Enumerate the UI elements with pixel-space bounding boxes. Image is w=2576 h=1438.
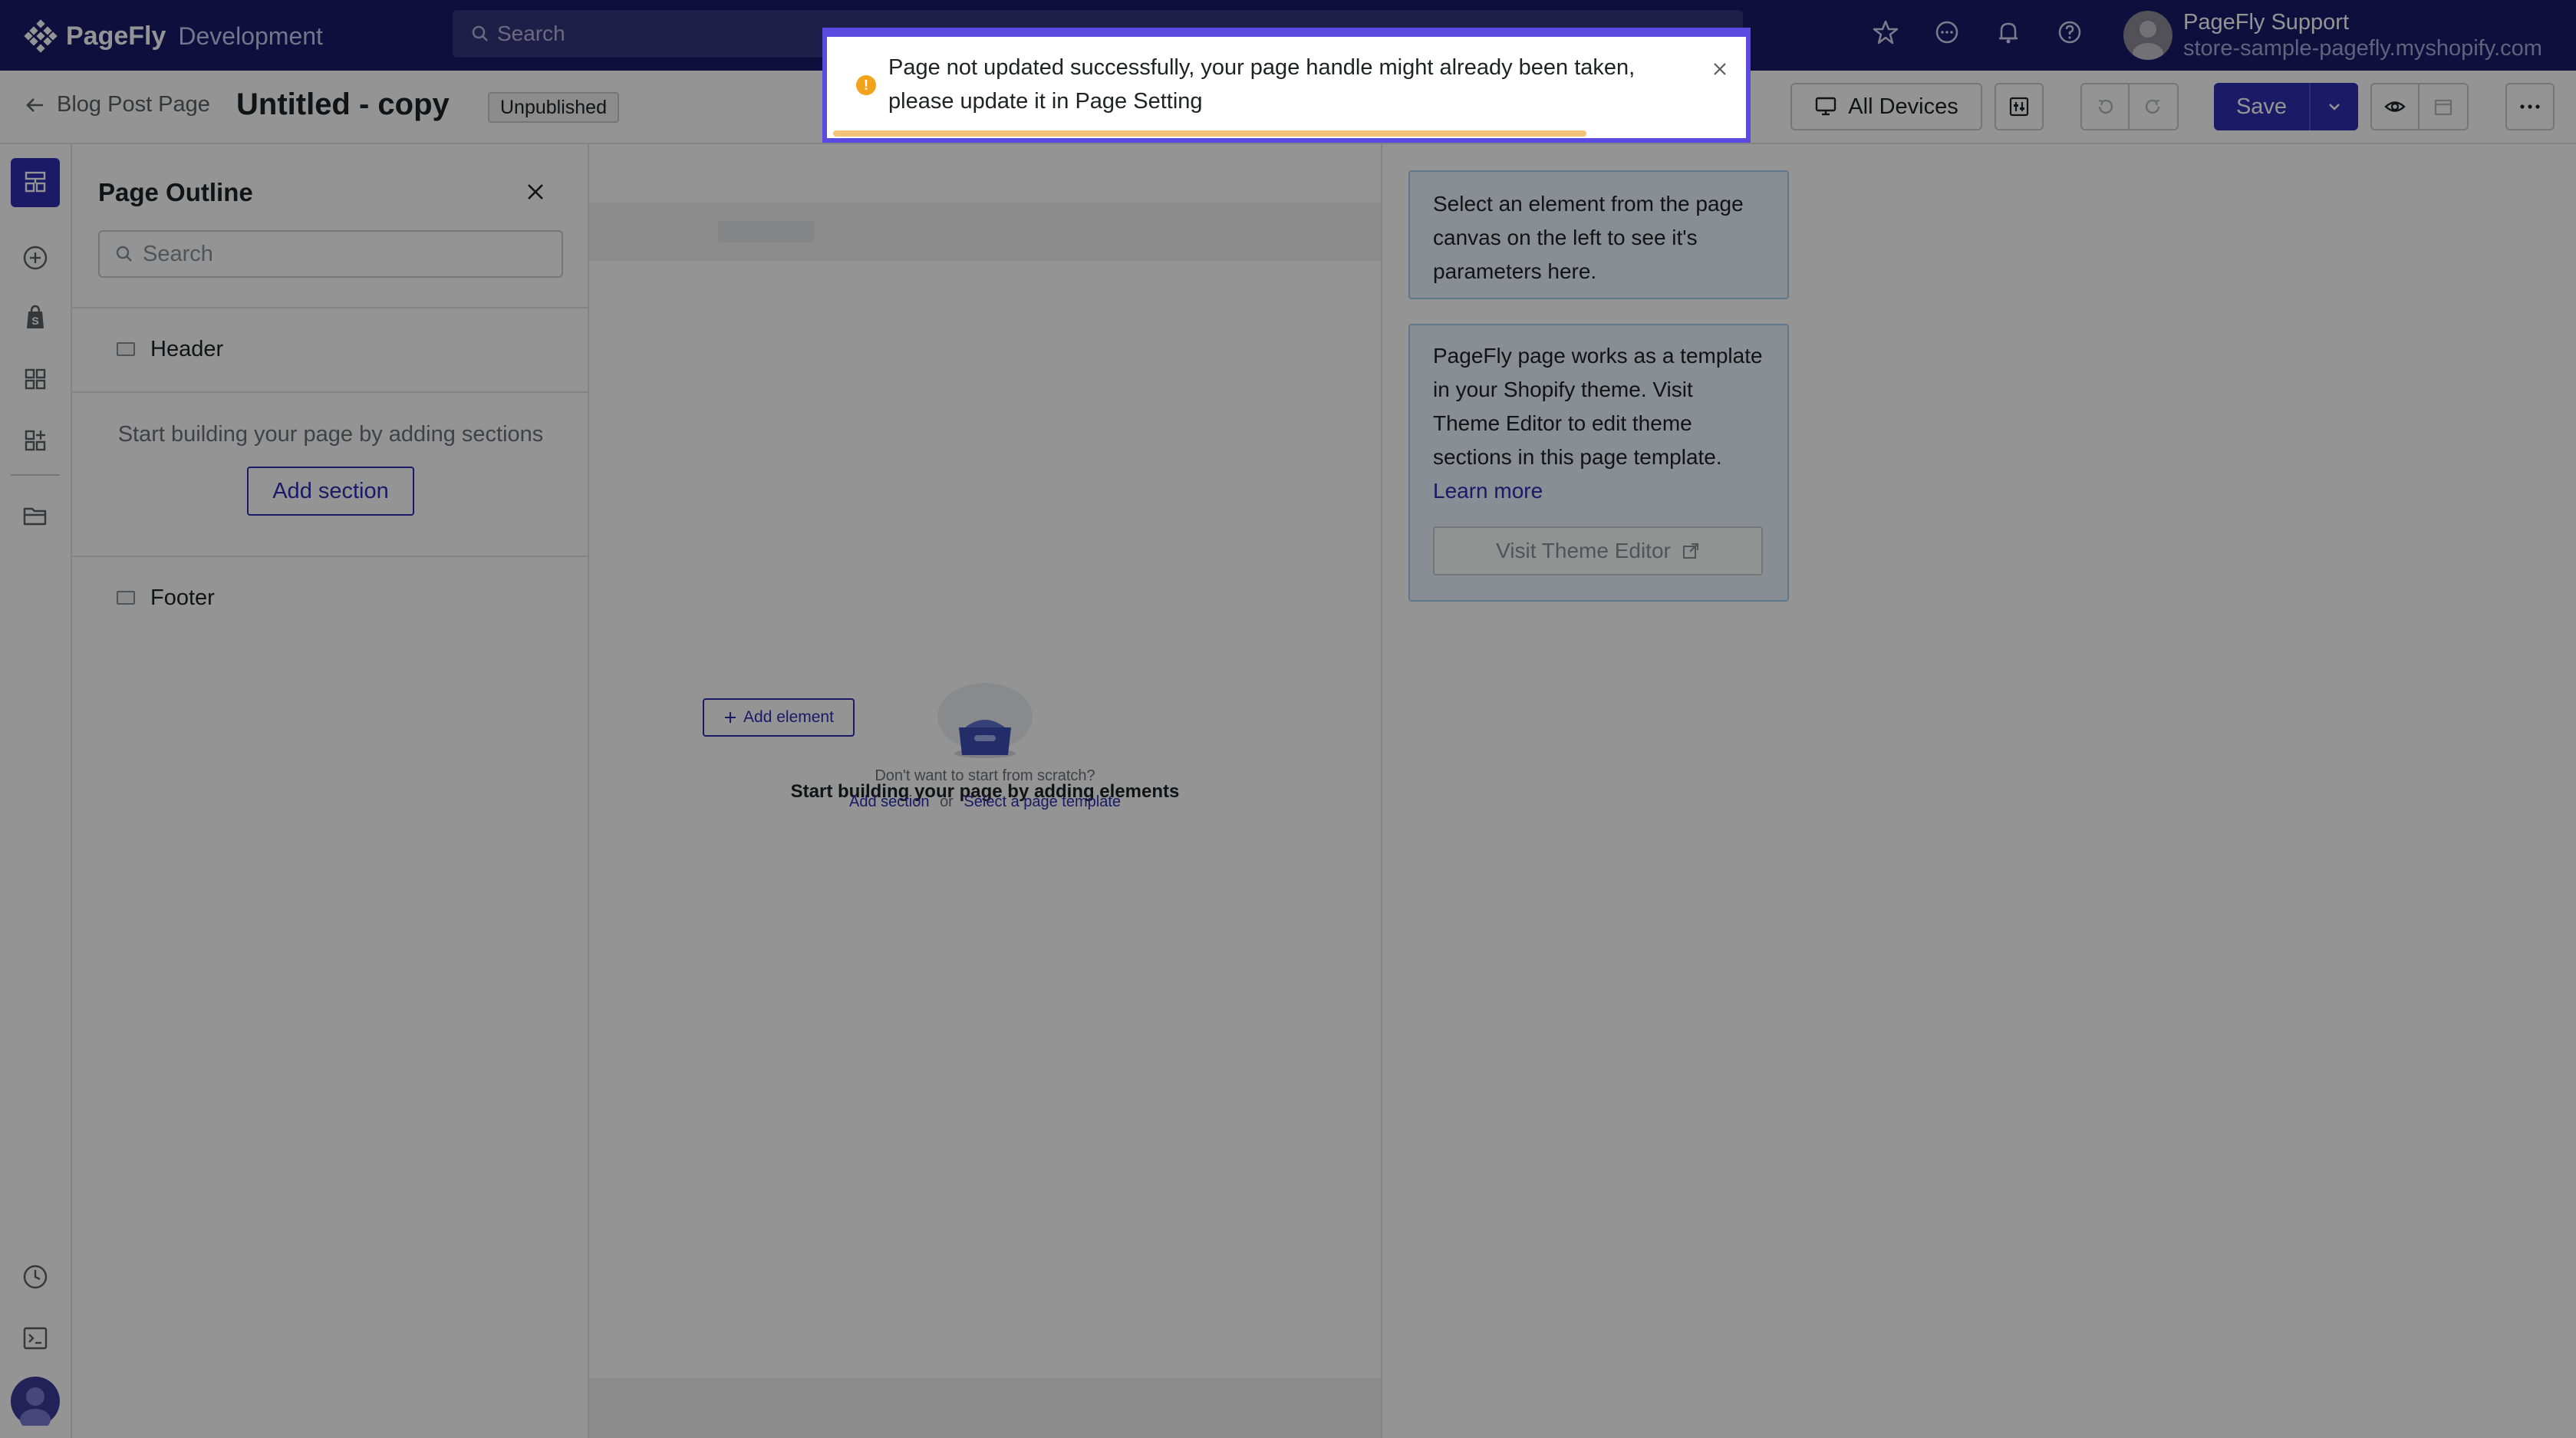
warning-icon: ! — [856, 75, 876, 95]
modal-overlay[interactable] — [0, 0, 2576, 1438]
error-toast: ! Page not updated successfully, your pa… — [822, 28, 1751, 143]
toast-progress-bar — [833, 130, 1587, 137]
toast-message: Page not updated successfully, your page… — [888, 55, 1636, 114]
close-icon[interactable] — [1711, 60, 1729, 78]
